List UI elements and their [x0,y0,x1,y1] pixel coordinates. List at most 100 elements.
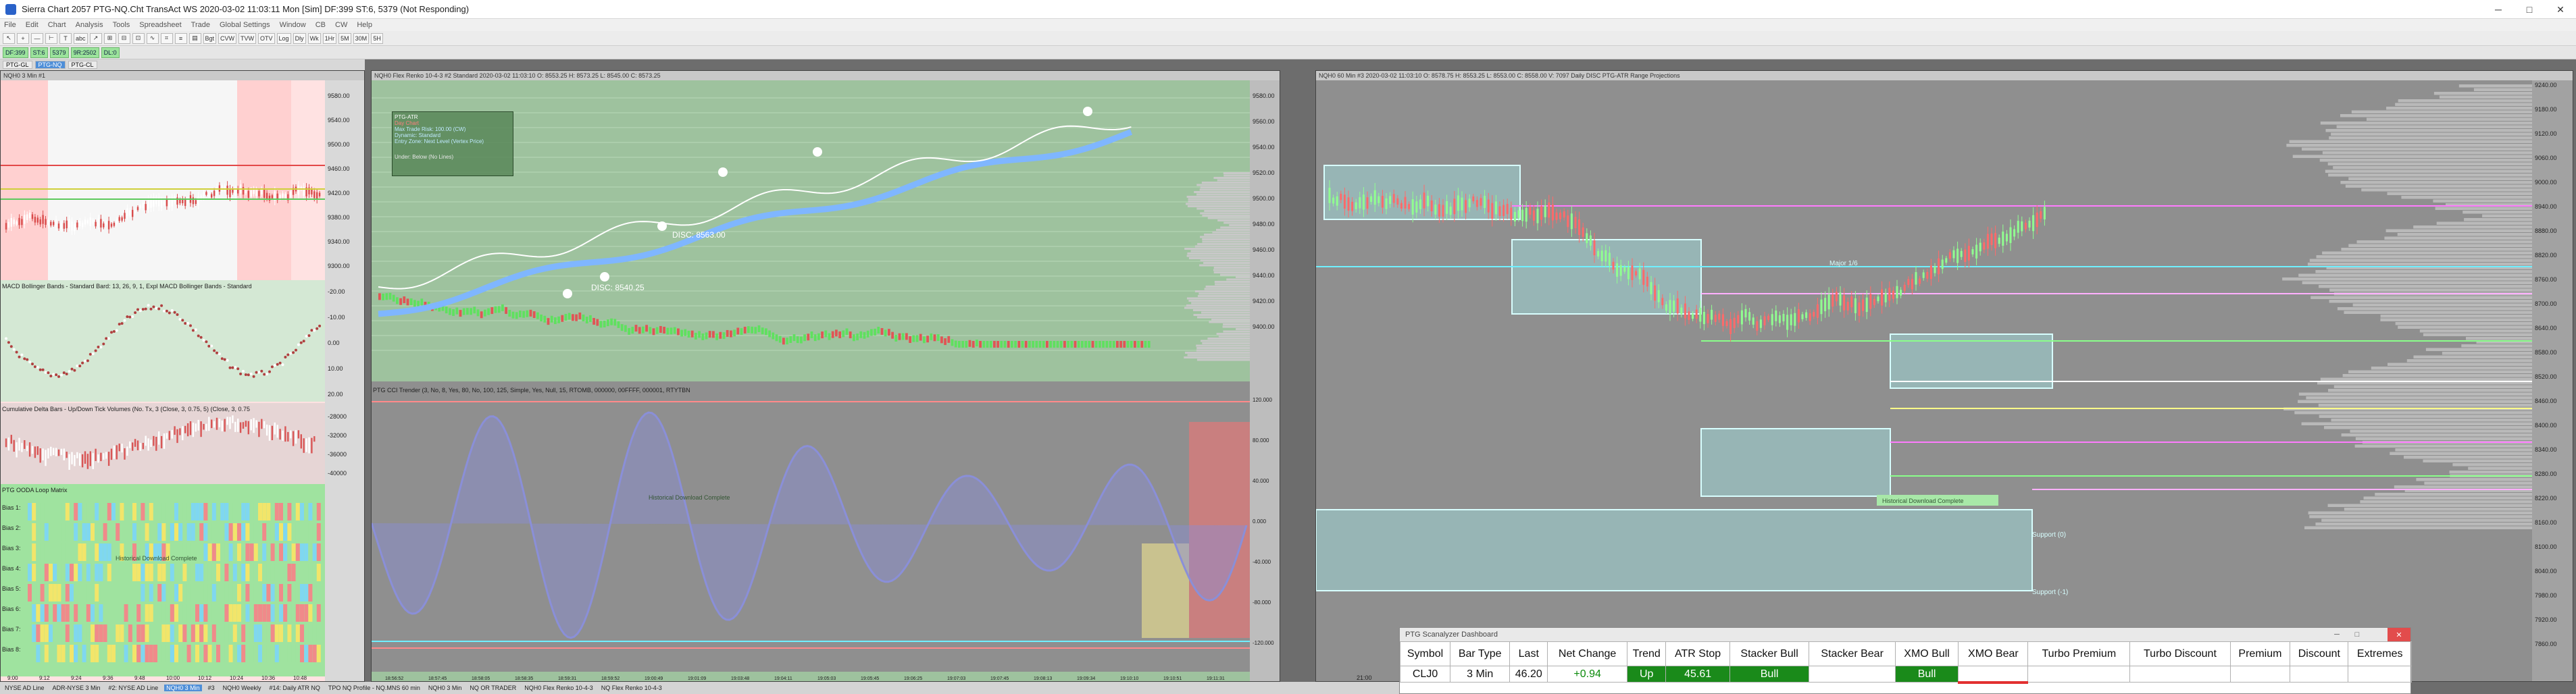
chart-right-60min[interactable]: NQH0 60 Min #3 2020-03-02 11:03:10 O: 85… [1315,70,2573,682]
toolbar-button[interactable]: ⊟ [118,32,130,44]
loop-cell [300,624,304,642]
loop-cell [32,564,36,581]
toolbar-button[interactable]: ≡ [174,32,187,44]
toolbar-button[interactable]: T [59,32,72,44]
loop-cell [61,543,66,561]
minimize-button[interactable]: ─ [2483,0,2514,19]
toolbar-button[interactable]: TVW [238,32,257,44]
window-tab[interactable]: ADR-NYSE 3 Min [51,685,103,691]
toolbar-button[interactable]: ⊢ [45,32,57,44]
window-tab[interactable]: NQ Flex Renko 10-4-3 [599,685,664,691]
column-header[interactable]: ATR Stop [1665,641,1730,666]
column-header[interactable]: Last [1509,641,1548,666]
renko-brick [807,333,810,341]
toolbar-button[interactable]: Log [276,32,291,44]
signal-star [563,289,572,298]
loop-cell [124,624,128,642]
volume-profile-bar [2397,233,2532,236]
window-tab[interactable]: #3 [206,685,217,691]
candle [1449,207,1452,215]
table-row[interactable]: CLJ0 3 Min 46.20 +0.94 Up 45.61 Bull Bul… [1399,666,2412,684]
menu-help[interactable]: Help [357,21,372,29]
chart-right-canvas[interactable]: Major 1/6Support (0)Support (-1)Historic… [1316,71,2573,682]
renko-brick [613,319,617,326]
column-header[interactable]: Premium [2229,641,2291,666]
column-header[interactable]: Net Change [1547,641,1627,666]
chart-left-canvas[interactable]: 9580.009540.009500.009460.009420.009380.… [1,71,365,682]
column-header[interactable]: Turbo Premium [2027,641,2131,666]
toolbar-button[interactable]: ↖ [3,32,15,44]
column-header[interactable]: Discount [2290,641,2349,666]
toolbar-button[interactable]: ⌗ [160,32,173,44]
window-tab[interactable]: #2: NYSE AD Line [107,685,161,691]
toolbar-button[interactable]: ∿ [146,32,159,44]
chartbook-tab-active[interactable]: PTG-NQ [34,61,66,69]
toolbar-button[interactable]: 30M [353,32,370,44]
dashboard-close-button[interactable]: ✕ [2388,628,2410,641]
chartbook-tab[interactable]: PTG-CL [68,61,97,69]
candle [1763,316,1766,325]
menu-spreadsheet[interactable]: Spreadsheet [139,21,181,29]
toolbar-button[interactable]: 1Hr [322,32,337,44]
chartbook-tab[interactable]: PTG-GL [3,61,32,69]
toolbar-button[interactable]: CVW [218,32,237,44]
column-header[interactable]: Stacker Bull [1729,641,1810,666]
toolbar-button[interactable]: abc [74,32,88,44]
menu-edit[interactable]: Edit [26,21,39,29]
column-header[interactable]: XMO Bull [1894,641,1959,666]
toolbar-button[interactable]: 5M [338,32,351,44]
window-tab[interactable]: NQH0 3 Min [426,685,464,691]
window-tab[interactable]: NQH0 Flex Renko 10-4-3 [522,685,595,691]
dashboard-minimize-button[interactable]: ─ [2327,628,2347,641]
toolbar-button[interactable]: ▤ [188,32,201,44]
menu-global-settings[interactable]: Global Settings [220,21,270,29]
toolbar-button[interactable]: ⊞ [103,32,116,44]
dashboard-maximize-button[interactable]: □ [2347,628,2367,641]
column-header[interactable]: Trend [1626,641,1667,666]
menu-analysis[interactable]: Analysis [76,21,103,29]
menu-file[interactable]: File [4,21,16,29]
chart-middle-renko[interactable]: NQH0 Flex Renko 10-4-3 #2 Standard 2020-… [371,70,1280,682]
column-header[interactable]: Bar Type [1450,641,1511,666]
column-header[interactable]: Turbo Discount [2129,641,2231,666]
column-header[interactable]: Stacker Bear [1809,641,1896,666]
menu-cw[interactable]: CW [335,21,347,29]
loop-cell [308,523,313,541]
toolbar-button[interactable]: Wk [307,32,321,44]
toolbar-button[interactable]: Dly [293,32,306,44]
chart-left-3min[interactable]: NQH0 3 Min #1 9580.00 9540.00 9500.00 9460.… [0,70,365,682]
column-header[interactable]: Extremes [2348,641,2412,666]
column-header[interactable]: XMO Bear [1958,641,2029,666]
loop-cell [49,624,53,642]
toolbar-button[interactable]: ↗ [89,32,102,44]
toolbar-button[interactable]: ⊡ [132,32,145,44]
menu-tools[interactable]: Tools [113,21,130,29]
loop-cell [266,523,271,541]
menu-cb[interactable]: CB [315,21,326,29]
time-tick-label: 10:00 [166,675,180,681]
loop-cell [161,604,166,622]
close-button[interactable]: ✕ [2545,0,2576,19]
maximize-button[interactable]: □ [2514,0,2545,19]
toolbar-button[interactable]: + [17,32,29,44]
toolbar-button[interactable]: — [31,32,43,44]
window-tab[interactable]: TPO NQ Profile - NQ.MNS 60 min [326,685,422,691]
delta-bar [247,421,249,435]
toolbar-button[interactable]: OTV [258,32,275,44]
window-tab[interactable]: NQH0 Weekly [221,685,263,691]
renko-brick [1134,341,1136,348]
toolbar-button[interactable]: 5H [371,32,384,44]
menu-chart[interactable]: Chart [48,21,66,29]
menu-trade[interactable]: Trade [191,21,210,29]
cci-tick-label: -120.000 [1253,640,1274,646]
window-tab[interactable]: NQ OR TRADER [468,685,518,691]
macd-dot [257,371,261,374]
column-header[interactable]: Symbol [1399,641,1451,666]
window-tab[interactable]: NYSE AD Line [3,685,47,691]
menu-window[interactable]: Window [280,21,306,29]
loop-cell [191,604,195,622]
candle [68,219,70,228]
window-tab-active[interactable]: NQH0 3 Min [164,685,202,691]
toolbar-button[interactable]: Bgt [203,32,217,44]
window-tab[interactable]: #14: Daily ATR NQ [267,685,322,691]
